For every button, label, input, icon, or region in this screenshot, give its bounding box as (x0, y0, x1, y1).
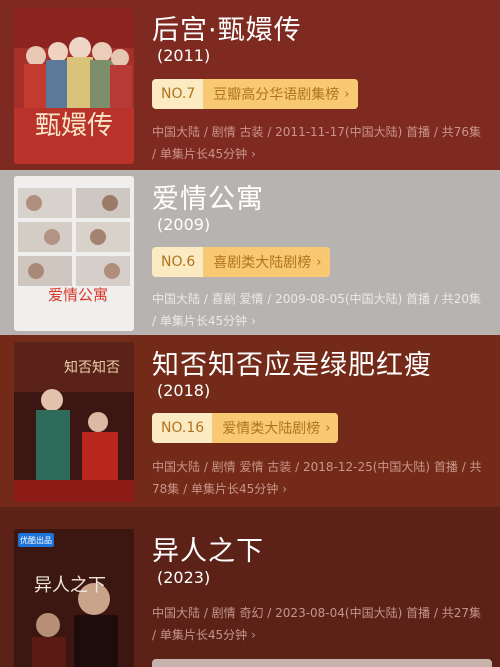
drama-card-3[interactable]: 知否知否 知否知否应是绿肥红瘦 (2018) NO.16 爱情类大陆剧榜 › 中国… (0, 335, 500, 507)
poster-title: 爱情公寓 (48, 286, 108, 304)
drama-title[interactable]: 异人之下 (152, 529, 264, 568)
poster-image[interactable]: 甄嬛传 (14, 8, 134, 164)
poster-title: 异人之下 (34, 575, 106, 596)
chevron-right-icon: › (316, 254, 322, 270)
chevron-right-icon: › (251, 628, 256, 642)
drama-card-2[interactable]: 爱情公寓 爱情公寓 (2009) NO.6 喜剧类大陆剧榜 › 中国大陆 / 喜剧… (0, 170, 500, 335)
ranking-badge[interactable]: NO.16 爱情类大陆剧榜 › (152, 413, 339, 443)
ranking-badge[interactable]: NO.7 豆瓣高分华语剧集榜 › (152, 79, 358, 109)
drama-card-4[interactable]: 优酷出品 异人之下 异人之下 (2023) 中国大陆 / 剧情 奇幻 / 202… (0, 507, 500, 667)
rank-number: NO.16 (152, 413, 214, 443)
ranking-badge[interactable]: NO.6 喜剧类大陆剧榜 › (152, 247, 330, 277)
drama-meta[interactable]: 中国大陆 / 剧情 奇幻 / 2023-08-04(中国大陆) 首播 / 共27… (152, 602, 482, 646)
drama-card-1[interactable]: 甄嬛传 后宫·甄嬛传 (2011) NO.7 豆瓣高分华语剧集榜 › 中国大陆 /… (0, 0, 500, 170)
rank-number: NO.7 (152, 79, 205, 109)
drama-title[interactable]: 后宫·甄嬛传 (152, 8, 302, 47)
poster-image[interactable]: 爱情公寓 (14, 176, 134, 331)
drama-title[interactable]: 知否知否应是绿肥红瘦 (152, 343, 432, 382)
poster-image[interactable]: 知否知否 (14, 342, 134, 502)
svg-text:优酷出品: 优酷出品 (20, 535, 52, 545)
rank-list-name: 喜剧类大陆剧榜 › (204, 247, 330, 277)
poster-image[interactable]: 优酷出品 异人之下 (14, 529, 134, 667)
ranking-badge-partial[interactable] (152, 659, 492, 667)
chevron-right-icon: › (282, 482, 288, 496)
drama-year: (2018) (157, 381, 211, 400)
poster-title: 知否知否 (64, 359, 120, 376)
rank-list-name: 豆瓣高分华语剧集榜 › (204, 79, 358, 109)
rank-number: NO.6 (152, 247, 205, 277)
chevron-right-icon: › (251, 147, 256, 161)
poster-title: 甄嬛传 (35, 111, 113, 141)
drama-meta[interactable]: 中国大陆 / 喜剧 爱情 / 2009-08-05(中国大陆) 首播 / 共20… (152, 288, 482, 332)
poster-art: 甄嬛传 (14, 8, 134, 164)
drama-year: (2023) (157, 568, 211, 587)
drama-year: (2011) (157, 46, 211, 65)
drama-title[interactable]: 爱情公寓 (152, 177, 264, 216)
poster-art: 爱情公寓 (14, 176, 134, 331)
rank-list-name: 爱情类大陆剧榜 › (213, 413, 339, 443)
drama-year: (2009) (157, 215, 211, 234)
drama-meta[interactable]: 中国大陆 / 剧情 古装 / 2011-11-17(中国大陆) 首播 / 共76… (152, 121, 482, 165)
chevron-right-icon: › (325, 420, 331, 436)
chevron-right-icon: › (344, 86, 350, 102)
poster-art: 知否知否 (14, 342, 134, 502)
poster-art: 优酷出品 异人之下 (14, 529, 134, 667)
drama-meta[interactable]: 中国大陆 / 剧情 爱情 古装 / 2018-12-25(中国大陆) 首播 / … (152, 456, 482, 500)
chevron-right-icon: › (251, 314, 256, 328)
